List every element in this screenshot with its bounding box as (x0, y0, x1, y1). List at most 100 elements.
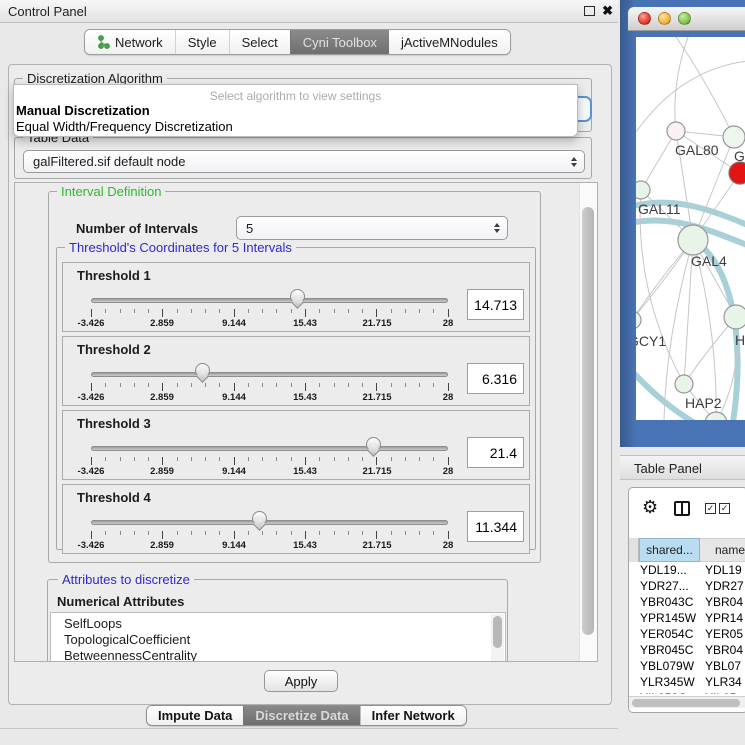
threshold-1-label: Threshold 1 (77, 268, 151, 283)
node-label: GAL11 (638, 201, 681, 217)
tab-impute-data[interactable]: Impute Data (147, 706, 243, 725)
close-traffic-light-icon[interactable] (638, 12, 651, 25)
column-header-shared-name[interactable]: shared... (639, 538, 700, 562)
network-window-titlebar (628, 7, 745, 31)
number-of-intervals-combobox[interactable]: 5 (236, 216, 508, 240)
node-red-selected[interactable] (729, 162, 745, 184)
table-row[interactable]: YBR043C YBR04 (629, 594, 745, 610)
tab-label: jActiveMNodules (401, 35, 498, 50)
slider-scale: -3.426 2.859 9.144 15.43 21.715 28 (63, 540, 529, 552)
table-row[interactable]: YIL052C YIL05 (629, 690, 745, 694)
table-row[interactable]: YBL079W YBL07 (629, 658, 745, 674)
scale-label: 15.43 (293, 540, 317, 551)
table-row[interactable]: YLR345W YLR34 (629, 674, 745, 690)
tab-cyni-toolbox[interactable]: Cyni Toolbox (290, 30, 389, 54)
threshold-1-slider-thumb[interactable] (290, 289, 305, 304)
panel-scrollbar[interactable] (579, 183, 597, 661)
close-icon[interactable]: ✖ (602, 3, 613, 19)
tab-select[interactable]: Select (229, 30, 290, 54)
table-row[interactable]: YDL19... YDL19 (629, 562, 745, 578)
tab-style[interactable]: Style (175, 30, 229, 54)
threshold-4-value-field[interactable] (467, 511, 524, 542)
node-top-right[interactable] (723, 126, 745, 148)
threshold-2-slider-track[interactable] (91, 372, 448, 377)
threshold-4-label: Threshold 4 (77, 490, 151, 505)
table-data-group: Table Data galFiltered.sif default node (14, 137, 592, 179)
threshold-4-slider-track[interactable] (91, 520, 448, 525)
tab-infer-network[interactable]: Infer Network (360, 706, 466, 725)
horizontal-scrollbar-thumb[interactable] (632, 699, 740, 707)
node-gal80[interactable] (667, 122, 685, 140)
tab-label: Style (188, 35, 217, 50)
apply-button[interactable]: Apply (264, 670, 338, 692)
table-panel-title: Table Panel (634, 461, 702, 476)
scale-label: 15.43 (293, 318, 317, 329)
checkbox-icon[interactable]: ✓ (719, 503, 730, 514)
list-scrollbar-thumb[interactable] (493, 616, 502, 648)
numerical-attributes-label: Numerical Attributes (57, 594, 184, 609)
threshold-1-slider-track[interactable] (91, 298, 448, 303)
threshold-3-slider-thumb[interactable] (366, 437, 381, 452)
horizontal-scrollbar[interactable] (629, 696, 745, 708)
tab-label: Network (115, 35, 163, 50)
tab-network[interactable]: Network (85, 30, 175, 54)
column-header-name[interactable]: name (700, 538, 745, 562)
cell: YDR27... (640, 578, 699, 594)
tab-label: Discretize Data (255, 708, 348, 723)
float-window-icon[interactable] (584, 6, 595, 16)
control-panel-title: Control Panel (8, 4, 87, 19)
table-panel-box: ⚙ ✓ ✓ shared... name YDL19... YDL19 YDR2… (628, 487, 745, 713)
threshold-3-value-field[interactable] (467, 437, 524, 468)
checkbox-icon[interactable]: ✓ (705, 503, 716, 514)
node-right[interactable] (724, 305, 745, 329)
node-gal11[interactable] (636, 181, 650, 199)
tick-marks (91, 457, 449, 466)
node-gcy1[interactable] (636, 311, 641, 329)
list-item[interactable]: TopologicalCoefficient (51, 632, 505, 648)
top-tabbar: Network Style Select Cyni Toolbox jActiv… (84, 29, 511, 55)
number-of-intervals-value: 5 (246, 221, 253, 236)
table-data-combobox[interactable]: galFiltered.sif default node (23, 150, 585, 173)
threshold-2-slider-thumb[interactable] (195, 363, 210, 378)
threshold-3-slider-track[interactable] (91, 446, 448, 451)
network-view-window: GAL80 GA GAL11 GAL4 GCY1 H HAP2 (620, 0, 745, 447)
zoom-traffic-light-icon[interactable] (678, 12, 691, 25)
node-hap2[interactable] (675, 375, 693, 393)
list-scrollbar[interactable] (491, 614, 504, 662)
interval-definition-title: Interval Definition (57, 184, 165, 199)
scale-label: -3.426 (78, 392, 105, 403)
tab-discretize-data[interactable]: Discretize Data (243, 706, 359, 725)
scale-label: 21.715 (362, 466, 391, 477)
threshold-4-slider-thumb[interactable] (252, 511, 267, 526)
scale-label: 9.144 (222, 540, 246, 551)
network-icon (97, 35, 110, 49)
panel-scrollbar-thumb[interactable] (582, 207, 594, 635)
table-row[interactable]: YPR145W YPR14 (629, 610, 745, 626)
cell: YBL079W (640, 658, 699, 674)
scale-label: 9.144 (222, 466, 246, 477)
scale-label: 2.859 (150, 392, 174, 403)
list-item[interactable]: BetweennessCentrality (51, 648, 505, 662)
split-columns-icon[interactable] (674, 501, 690, 516)
cell: YBR045C (640, 642, 699, 658)
threshold-2-value-field[interactable] (467, 363, 524, 394)
node-label: HAP2 (685, 395, 722, 411)
list-item[interactable]: SelfLoops (51, 613, 505, 632)
algorithm-option-manual[interactable]: Manual Discretization (14, 103, 577, 119)
node-label: GAL80 (675, 142, 719, 158)
cell: YDL19 (705, 562, 745, 578)
slider-scale: -3.426 2.859 9.144 15.43 21.715 28 (63, 318, 529, 330)
minimize-traffic-light-icon[interactable] (658, 12, 671, 25)
screen: Control Panel ✖ Network Style Select (0, 0, 745, 745)
node-gal4[interactable] (678, 225, 708, 255)
gear-icon[interactable]: ⚙ (642, 497, 658, 517)
node-label: H (735, 332, 745, 348)
tab-jactivemnodules[interactable]: jActiveMNodules (389, 30, 510, 54)
threshold-1-value-field[interactable] (467, 289, 524, 320)
table-row[interactable]: YER054C YER05 (629, 626, 745, 642)
cell: YER054C (640, 626, 699, 642)
algorithm-option-equal-width[interactable]: Equal Width/Frequency Discretization (14, 119, 577, 135)
network-canvas[interactable]: GAL80 GA GAL11 GAL4 GCY1 H HAP2 (636, 37, 745, 420)
table-row[interactable]: YDR27... YDR27 (629, 578, 745, 594)
table-row[interactable]: YBR045C YBR04 (629, 642, 745, 658)
